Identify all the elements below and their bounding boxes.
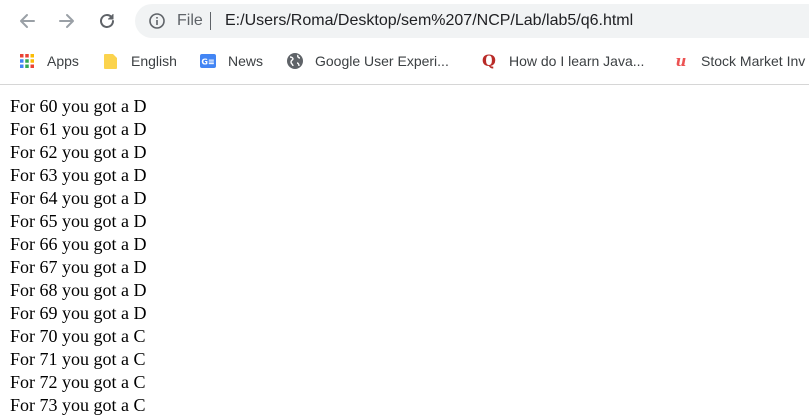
browser-toolbar: File E:/Users/Roma/Desktop/sem%207/NCP/L… [0, 0, 809, 42]
arrow-left-icon [20, 14, 35, 28]
svg-text:G≡: G≡ [201, 58, 214, 67]
address-bar[interactable]: File E:/Users/Roma/Desktop/sem%207/NCP/L… [135, 4, 809, 38]
grade-line: For 64 you got a D [10, 188, 147, 208]
udemy-icon: u [672, 52, 690, 70]
bookmarks-bar: Apps English G≡ News Google User Experi.… [0, 46, 809, 76]
bookmark-quora[interactable]: Q How do I learn Java... [480, 50, 644, 72]
bookmark-english[interactable]: English [102, 50, 177, 72]
forward-button[interactable] [53, 7, 81, 35]
reload-icon [100, 14, 114, 28]
address-separator [210, 12, 211, 30]
bookmark-label: How do I learn Java... [509, 53, 645, 69]
bookmark-stock-market[interactable]: u Stock Market Inv [672, 50, 806, 72]
apps-grid-icon [18, 52, 36, 70]
grade-line: For 69 you got a D [10, 303, 147, 323]
google-news-icon: G≡ [199, 52, 217, 70]
bookmark-label: Google User Experi... [315, 53, 449, 69]
svg-text:Q: Q [482, 52, 496, 70]
bookmark-news[interactable]: G≡ News [199, 50, 263, 72]
grade-line: For 60 you got a D [10, 96, 147, 116]
grade-line: For 63 you got a D [10, 165, 147, 185]
file-scheme-label: File [177, 12, 203, 29]
grade-line: For 67 you got a D [10, 257, 147, 277]
grade-line: For 68 you got a D [10, 280, 147, 300]
globe-icon [286, 52, 304, 70]
url-text[interactable]: E:/Users/Roma/Desktop/sem%207/NCP/Lab/la… [225, 12, 633, 30]
browser-chrome: File E:/Users/Roma/Desktop/sem%207/NCP/L… [0, 0, 809, 85]
bookmark-label: Apps [47, 53, 79, 69]
grade-line: For 73 you got a C [10, 395, 146, 415]
back-button[interactable] [13, 7, 41, 35]
bookmark-label: Stock Market Inv [701, 53, 806, 69]
grade-line: For 61 you got a D [10, 119, 147, 139]
page-content: For 60 you got a D For 61 you got a D Fo… [10, 95, 147, 417]
reload-button[interactable] [93, 7, 121, 35]
quora-icon: Q [480, 52, 498, 70]
grade-line: For 70 you got a C [10, 326, 146, 346]
bookmark-google-user-experience[interactable]: Google User Experi... [286, 50, 449, 72]
bookmark-apps[interactable]: Apps [18, 50, 79, 72]
svg-text:u: u [676, 52, 687, 70]
arrow-right-icon [59, 14, 74, 28]
bookmark-label: English [131, 53, 177, 69]
grade-line: For 72 you got a C [10, 372, 146, 392]
info-icon[interactable] [149, 13, 165, 29]
grade-line: For 62 you got a D [10, 142, 147, 162]
grade-line: For 65 you got a D [10, 211, 147, 231]
grade-line: For 71 you got a C [10, 349, 146, 369]
folder-icon [102, 52, 120, 70]
bookmark-label: News [228, 53, 264, 69]
grade-line: For 66 you got a D [10, 234, 147, 254]
